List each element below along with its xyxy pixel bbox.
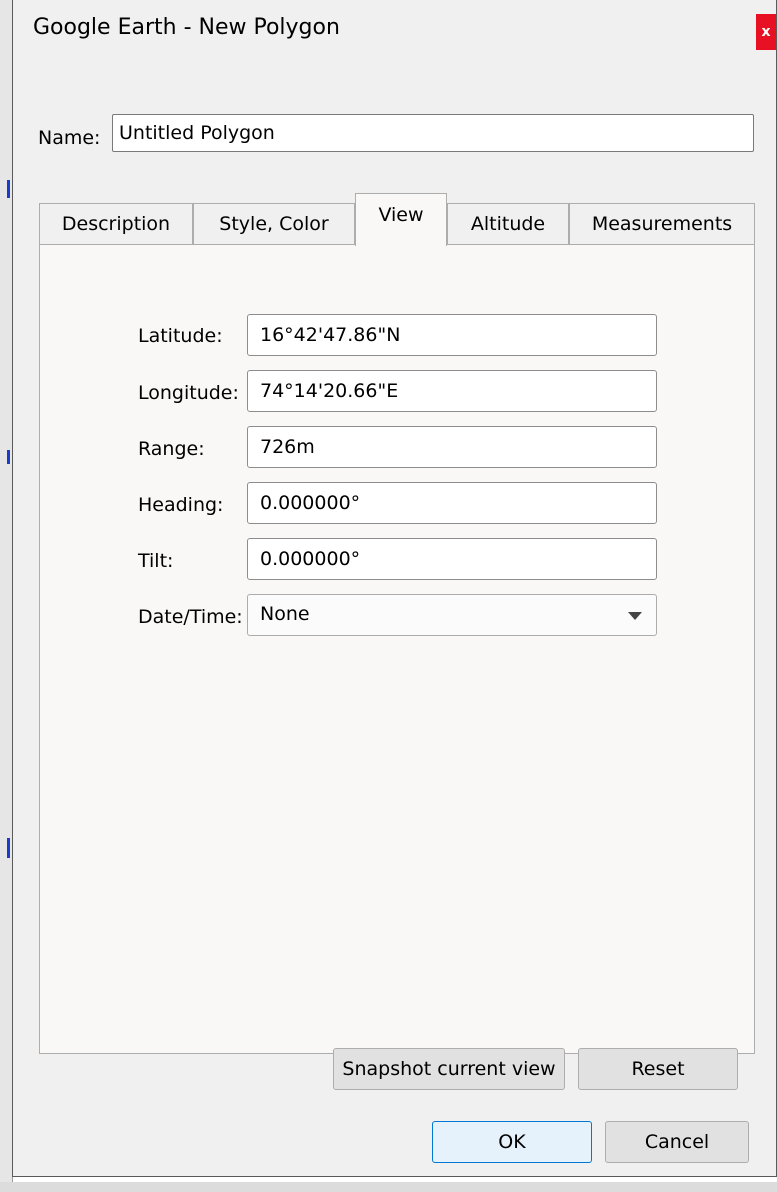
name-label: Name: [38, 127, 101, 149]
latitude-input[interactable] [247, 314, 657, 356]
datetime-selected-value: None [260, 603, 310, 625]
background-link-mark [7, 838, 10, 858]
window-title: Google Earth - New Polygon [33, 15, 340, 40]
tab-label: View [378, 204, 424, 226]
chevron-down-icon [628, 612, 642, 620]
cancel-button[interactable]: Cancel [605, 1121, 749, 1163]
tab-label: Style, Color [219, 213, 329, 235]
longitude-label: Longitude: [138, 382, 239, 404]
heading-input[interactable] [247, 482, 657, 524]
tab-label: Altitude [470, 213, 546, 235]
new-polygon-dialog: Google Earth - New Polygon x Name: Descr… [12, 0, 777, 1177]
tab-style-color[interactable]: Style, Color [193, 203, 355, 244]
tab-label: Description [61, 213, 171, 235]
datetime-select[interactable]: None [247, 594, 657, 636]
ok-button[interactable]: OK [432, 1121, 592, 1163]
title-bar[interactable]: Google Earth - New Polygon x [13, 0, 776, 68]
latitude-label: Latitude: [138, 325, 223, 347]
background-link-mark [7, 180, 10, 198]
name-input[interactable] [112, 114, 754, 152]
range-label: Range: [138, 438, 205, 460]
close-button[interactable]: x [756, 14, 776, 50]
tab-altitude[interactable]: Altitude [447, 203, 569, 244]
tab-label: Measurements [591, 213, 733, 235]
background-link-mark [7, 450, 10, 464]
datetime-label: Date/Time: [138, 606, 243, 628]
reset-button[interactable]: Reset [578, 1048, 738, 1090]
longitude-input[interactable] [247, 370, 657, 412]
heading-label: Heading: [138, 494, 224, 516]
tilt-input[interactable] [247, 538, 657, 580]
tab-description[interactable]: Description [39, 203, 193, 244]
tab-view[interactable]: View [355, 193, 447, 246]
snapshot-current-view-button[interactable]: Snapshot current view [333, 1048, 565, 1090]
range-input[interactable] [247, 426, 657, 468]
tilt-label: Tilt: [138, 550, 174, 572]
tab-measurements[interactable]: Measurements [569, 203, 755, 244]
close-icon: x [761, 24, 771, 40]
view-tab-panel [39, 244, 755, 1054]
background-taskbar-edge [0, 1182, 777, 1192]
